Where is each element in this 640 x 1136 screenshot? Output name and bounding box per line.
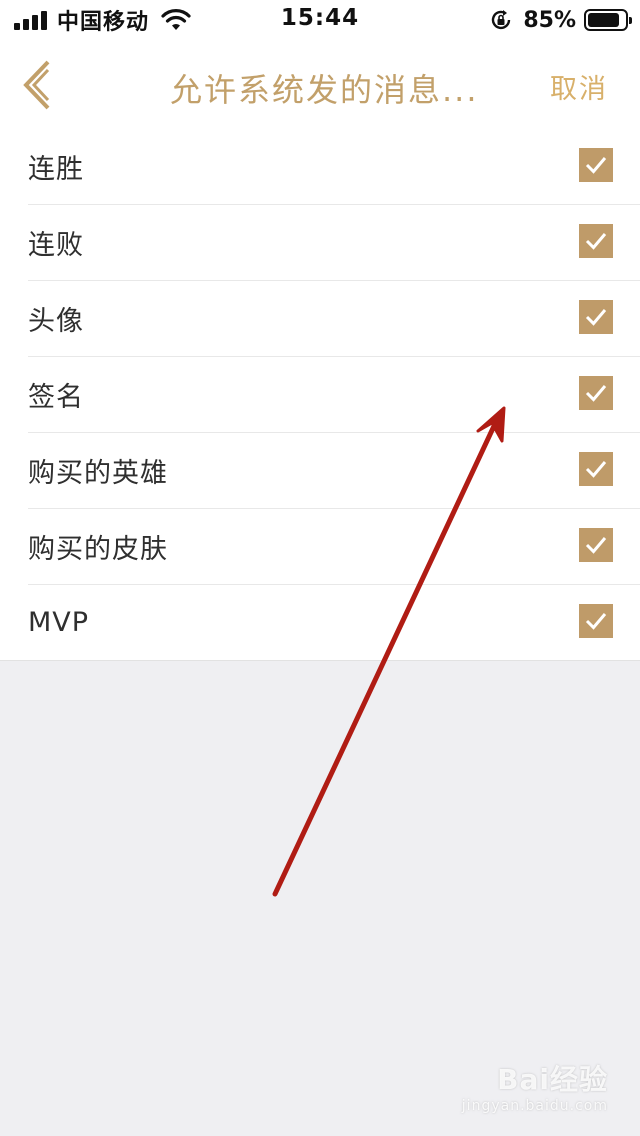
nav-bar: 允许系统发的消息... 取消 — [0, 40, 640, 130]
item-label: 连胜 — [28, 154, 84, 185]
list-item[interactable]: 购买的皮肤 — [28, 509, 640, 585]
check-icon — [585, 385, 607, 402]
check-icon — [585, 613, 607, 630]
watermark-logo: Bai经验 — [497, 1063, 608, 1096]
checkbox-checked[interactable] — [579, 604, 613, 638]
status-right: 85% — [489, 6, 632, 34]
back-button[interactable] — [20, 58, 56, 112]
battery-nub — [629, 17, 632, 24]
battery-icon — [584, 9, 632, 31]
status-bar: 中国移动 15:44 85% — [0, 0, 640, 40]
list-item[interactable]: 签名 — [28, 357, 640, 433]
list-item[interactable]: 购买的英雄 — [28, 433, 640, 509]
list-item[interactable]: 连败 — [28, 205, 640, 281]
checkbox-checked[interactable] — [579, 452, 613, 486]
message-options-list: 连胜 连败 头像 签名 购买的英雄 购买的皮肤 MVP — [0, 129, 640, 661]
check-icon — [585, 537, 607, 554]
list-item[interactable]: MVP — [28, 585, 640, 660]
check-icon — [585, 233, 607, 250]
item-label: 头像 — [28, 306, 84, 337]
item-label: 连败 — [28, 230, 84, 261]
item-label: MVP — [28, 607, 90, 638]
check-icon — [585, 461, 607, 478]
checkbox-checked[interactable] — [579, 148, 613, 182]
checkbox-checked[interactable] — [579, 528, 613, 562]
check-icon — [585, 157, 607, 174]
checkbox-checked[interactable] — [579, 376, 613, 410]
item-label: 签名 — [28, 382, 84, 413]
list-item[interactable]: 头像 — [28, 281, 640, 357]
list-item[interactable]: 连胜 — [28, 129, 640, 205]
checkbox-checked[interactable] — [579, 224, 613, 258]
page-title: 允许系统发的消息... — [170, 71, 479, 109]
battery-fill — [588, 13, 619, 27]
cancel-button[interactable]: 取消 — [550, 67, 608, 106]
chevron-left-icon — [23, 60, 50, 110]
rotation-lock-icon — [492, 10, 511, 30]
item-label: 购买的皮肤 — [28, 534, 168, 565]
screen: 中国移动 15:44 85% 允许系统发的消息... 取消 连胜 连败 头像 签… — [0, 0, 640, 1136]
checkbox-checked[interactable] — [579, 300, 613, 334]
item-label: 购买的英雄 — [28, 458, 168, 489]
check-icon — [585, 309, 607, 326]
battery-percent: 85% — [523, 7, 576, 33]
watermark-url: jingyan.baidu.com — [461, 1098, 608, 1114]
watermark: Bai经验 jingyan.baidu.com — [462, 1058, 608, 1114]
